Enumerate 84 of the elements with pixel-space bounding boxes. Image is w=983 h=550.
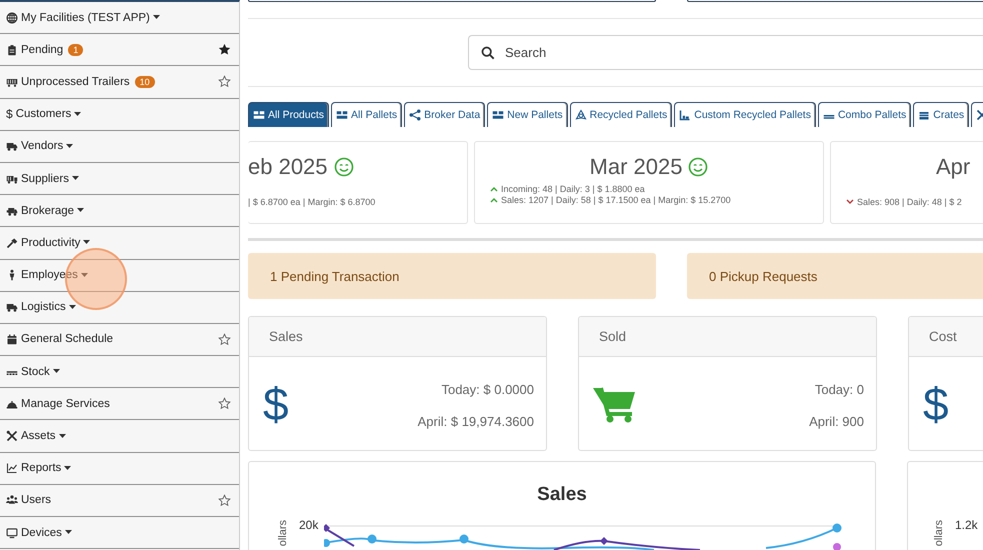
monitor-icon [6,526,18,539]
card-title: Sold [599,329,626,344]
caret-icon [72,176,79,182]
month-title: Apr [936,154,970,180]
calendar-icon [6,333,18,346]
axis-tick: 1.2k [955,518,978,532]
star-icon[interactable] [218,494,231,507]
caret-icon [152,15,160,20]
clipboard-icon [6,44,18,56]
month-stat: Sales: 908 | Daily: 48 | $ 2 [857,197,962,207]
dollar-icon: $ [263,377,289,431]
pallets-icon [336,109,348,121]
chart-title: Sales [536,484,588,507]
caret-icon [66,144,74,149]
tab[interactable]: Custom Recycled Pallets [674,102,816,127]
axis-tick: 20k [299,518,318,532]
sidebar-item[interactable]: Reports [21,462,62,474]
caret-icon [80,272,88,278]
count-badge: 10 [134,76,155,88]
users-icon [6,494,18,506]
sidebar-item[interactable]: Productivity [21,236,80,249]
card-title: Sales [269,329,303,344]
month-stat: Sales: 1207 | Daily: 58 | $ 17.1500 ea | Margin: $ 15.2700 [501,195,731,205]
month-value: April: $ 19,974.3600 [418,414,534,428]
sidebar-item[interactable]: Stock [21,366,50,378]
chart-icon [6,462,18,474]
caret-icon [74,112,82,117]
crate-icon [918,109,930,121]
sidebar-item[interactable]: Users [21,494,52,506]
tab[interactable]: Crates [913,102,970,127]
alert-banner[interactable]: 0 Pickup Requests [687,253,983,299]
dollar-icon: $ [923,377,949,431]
search-field[interactable]: Search [468,35,983,70]
tab[interactable]: All Products [248,102,330,127]
globe-icon [6,12,18,24]
sidebar-item[interactable]: Unprocessed Trailers [21,76,130,88]
caret-icon [64,466,72,471]
caret-icon [83,240,90,246]
axis-label: ollars [277,520,289,546]
truck-icon [6,140,18,152]
tab[interactable]: All Pallets [331,102,402,127]
caret-icon [52,369,60,374]
sidebar-item[interactable]: Logistics [21,301,66,314]
sidebar-item[interactable]: Assets [21,430,56,442]
chart-icon [679,109,692,121]
tab[interactable]: New Pallets [487,102,568,127]
caret-icon [68,304,76,310]
card-title: Cost [929,329,957,344]
tab[interactable]: Combo Pallets [818,102,912,127]
sidebar-item[interactable]: My Facilities (TEST APP) [21,12,150,24]
star-icon[interactable] [218,43,231,56]
month-stat: Incoming: 48 | Daily: 3 | $ 1.8800 ea [501,184,645,194]
sidebar-item[interactable]: Brokerage [21,204,74,217]
sidebar-item[interactable]: Manage Services [21,398,110,410]
sidebar-item[interactable]: General Schedule [21,333,114,346]
star-icon[interactable] [218,75,231,88]
caret-icon [77,208,84,214]
caret-icon [58,434,66,439]
sidebar-item[interactable]: Pending [21,44,64,56]
star-icon[interactable] [218,332,231,346]
truck-icon [6,301,18,314]
search-icon [481,46,495,60]
sidebar-item[interactable]: Customers [16,108,72,120]
pallets-icon [253,109,265,121]
month-value: April: 900 [809,414,864,428]
today-value: Today: $ 0.0000 [441,382,534,396]
tab[interactable]: Recycled Pallets [570,102,672,127]
caret-icon [64,530,72,536]
month-stat: | $ 6.8700 ea | Margin: $ 6.8700 [248,197,376,207]
pallets-icon [492,109,504,121]
count-badge: 1 [68,44,84,56]
alert-banner[interactable]: 1 Pending Transaction [248,253,656,299]
tab[interactable]: Broker Data [404,102,486,127]
dollar-icon: $ [6,107,13,122]
share-icon [409,109,422,121]
axis-label: ollars [933,520,945,546]
today-value: Today: 0 [814,382,864,396]
star-icon[interactable] [218,397,231,410]
month-title: eb 2025 [248,154,328,180]
sidebar-item[interactable]: Devices [21,526,62,539]
hammer-icon [6,236,18,249]
sidebar-item[interactable]: Suppliers [21,172,69,185]
month-title: Mar 2025 [590,154,682,180]
sidebar-item[interactable]: Vendors [21,140,64,152]
